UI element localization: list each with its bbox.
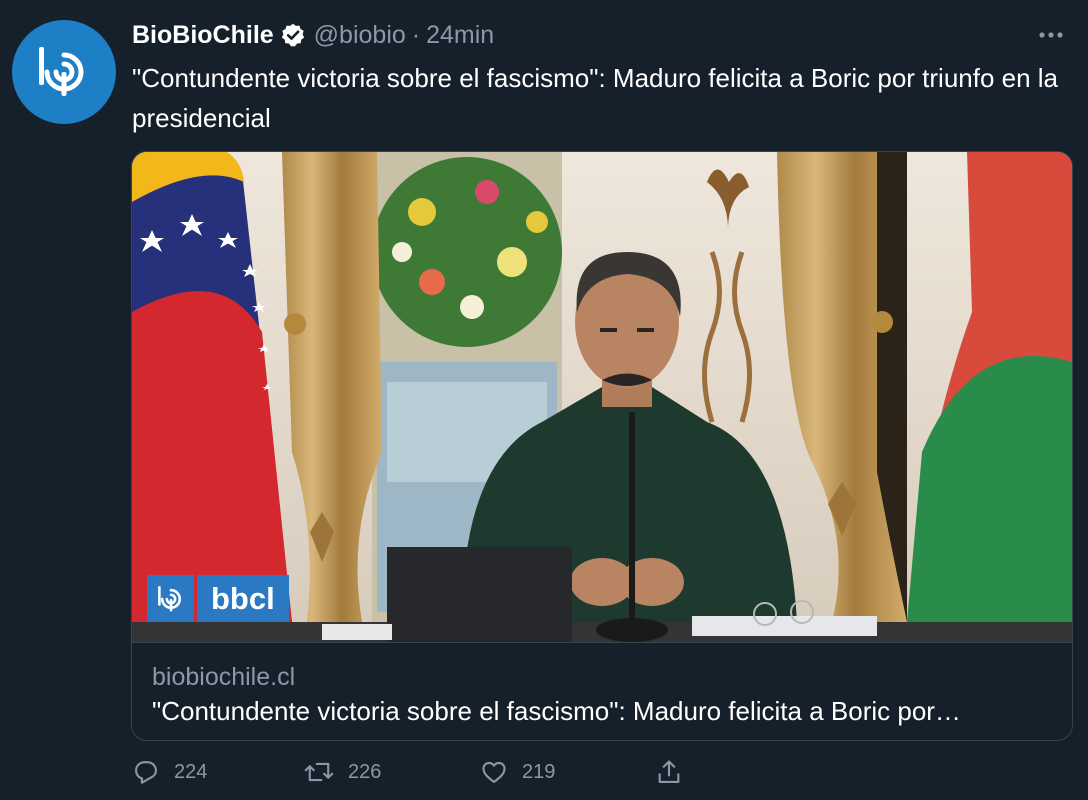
retweet-button[interactable]: 226	[304, 752, 381, 792]
avatar[interactable]	[12, 20, 116, 124]
card-image: bbcl	[132, 152, 1072, 642]
verified-badge-icon	[280, 22, 306, 48]
handle[interactable]: @biobio	[314, 21, 406, 50]
separator-dot: ·	[411, 20, 421, 49]
biobio-logo-icon	[39, 47, 84, 96]
card-title: "Contundente victoria sobre el fascismo"…	[152, 696, 961, 726]
like-button[interactable]: 219	[480, 752, 555, 792]
reply-icon	[135, 761, 157, 784]
card-domain: biobiochile.cl	[152, 663, 296, 691]
bbcl-logo-icon	[147, 575, 194, 622]
bbcl-watermark-text: bbcl	[197, 575, 289, 622]
tweet: BioBioChile @biobio · 24min "Contundente…	[0, 0, 1088, 800]
retweet-count: 226	[348, 760, 382, 783]
more-options-icon[interactable]	[1034, 18, 1068, 52]
tweet-header: BioBioChile @biobio · 24min	[132, 18, 1068, 52]
share-button[interactable]	[655, 752, 683, 792]
card-info: biobiochile.cl "Contundente victoria sob…	[132, 642, 1072, 740]
heart-icon	[482, 761, 506, 783]
bbcl-watermark: bbcl	[147, 575, 289, 622]
display-name[interactable]: BioBioChile	[132, 21, 274, 50]
reply-button[interactable]: 224	[132, 752, 207, 792]
like-count: 219	[522, 760, 556, 783]
reply-count: 224	[174, 760, 208, 783]
tweet-text: "Contundente victoria sobre el fascismo"…	[132, 63, 1059, 133]
share-icon	[658, 760, 680, 783]
link-card[interactable]: bbcl biobiochile.cl "Contundente victori…	[131, 151, 1073, 741]
action-bar: 224 226 219	[132, 752, 692, 792]
retweet-icon	[304, 762, 334, 782]
timestamp[interactable]: 24min	[426, 21, 494, 50]
